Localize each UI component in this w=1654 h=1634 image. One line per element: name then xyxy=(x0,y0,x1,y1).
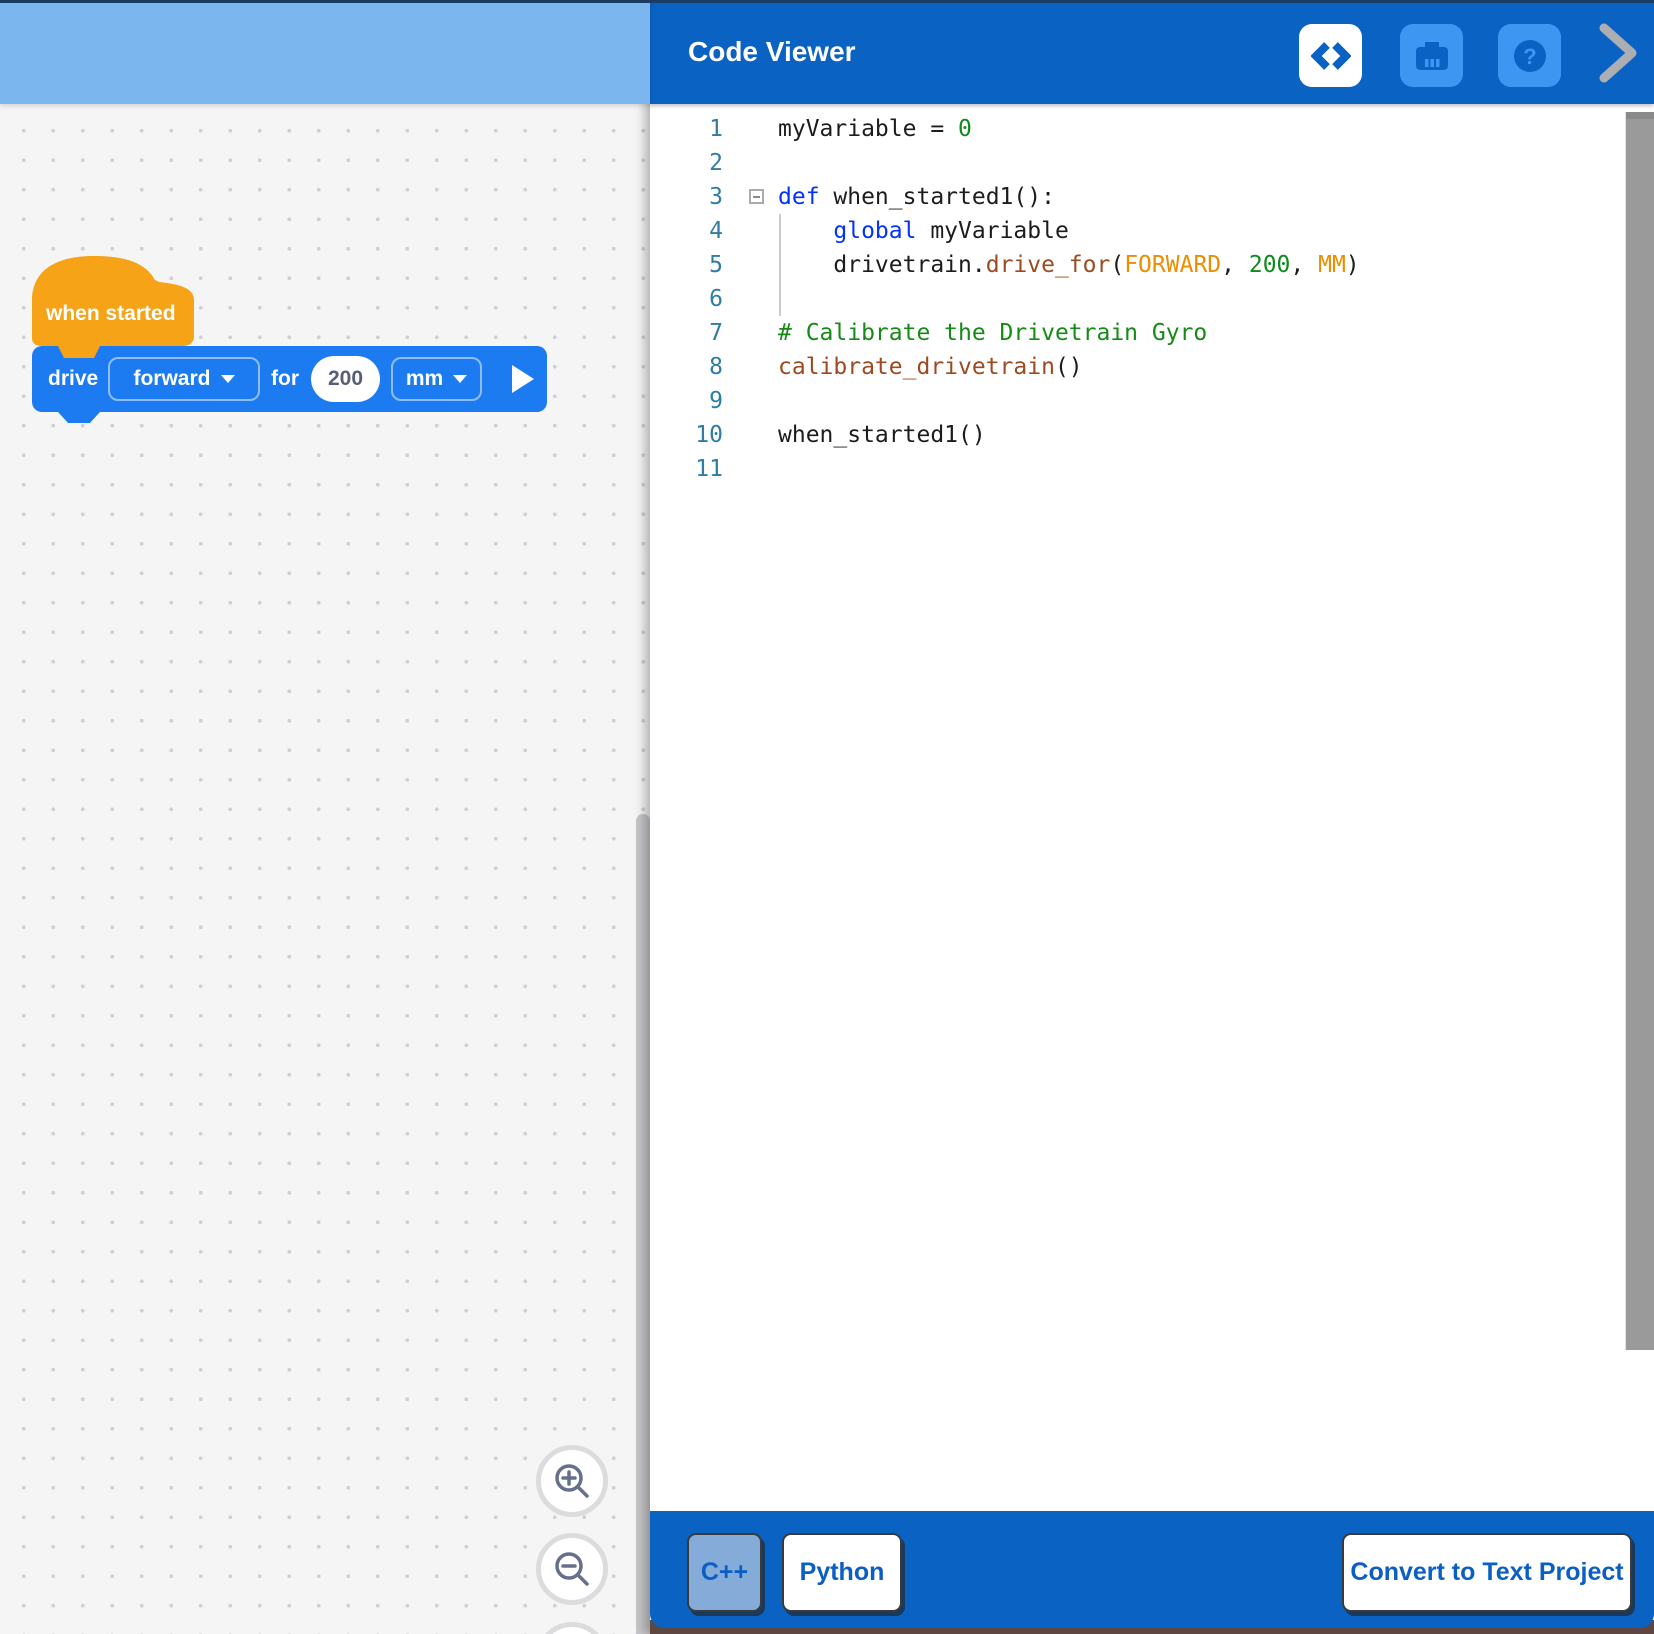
drive-block-bottom-tab xyxy=(58,412,100,423)
fold-gutter xyxy=(723,146,778,180)
fold-gutter xyxy=(723,384,778,418)
code-line: 1 myVariable = 0 xyxy=(650,112,1654,146)
code-lines: 1myVariable = 023def when_started1():4 g… xyxy=(650,112,1654,486)
for-label: for xyxy=(271,346,299,412)
blocks-canvas[interactable]: when started drive forward for 200 mm xyxy=(0,104,650,1634)
brain-icon xyxy=(1411,35,1453,77)
code-viewer-panel: Code Viewer ? xyxy=(650,0,1654,1634)
code-line: 8 calibrate_drivetrain() xyxy=(650,350,1654,384)
distance-input[interactable]: 200 xyxy=(311,356,380,402)
reset-zoom-button[interactable] xyxy=(536,1622,608,1634)
convert-to-text-button[interactable]: Convert to Text Project xyxy=(1342,1533,1632,1612)
language-tab-c[interactable]: C++ xyxy=(687,1533,762,1612)
language-tab-python[interactable]: Python xyxy=(782,1533,902,1612)
zoom-in-icon xyxy=(550,1459,594,1503)
code-viewer-header: Code Viewer ? xyxy=(650,0,1654,104)
when-started-block[interactable]: when started xyxy=(32,254,194,358)
code-line: 9 xyxy=(650,384,1654,418)
line-number: 4 xyxy=(650,214,723,248)
when-started-label: when started xyxy=(46,302,176,326)
zoom-out-icon xyxy=(550,1547,594,1591)
line-number: 11 xyxy=(650,452,723,486)
line-number: 10 xyxy=(650,418,723,452)
code-line: 11 xyxy=(650,452,1654,486)
code-line: 4 global myVariable xyxy=(650,214,1654,248)
fold-gutter xyxy=(723,350,778,384)
code-icon xyxy=(1311,36,1351,76)
code-editor[interactable]: 1myVariable = 023def when_started1():4 g… xyxy=(650,104,1654,1511)
blocks-workspace-panel: when started drive forward for 200 mm xyxy=(0,0,650,1634)
fold-gutter xyxy=(723,112,778,146)
fold-gutter xyxy=(723,452,778,486)
fold-gutter xyxy=(723,282,778,316)
code-text: drivetrain.drive_for(FORWARD, 200, MM) xyxy=(778,248,1360,282)
vexcode-window: when started drive forward for 200 mm xyxy=(0,0,1654,1634)
code-text: myVariable = 0 xyxy=(778,112,972,146)
code-text: global myVariable xyxy=(778,214,1069,248)
line-number: 5 xyxy=(650,248,723,282)
workspace-toolbar-area xyxy=(0,0,650,104)
code-view-button[interactable] xyxy=(1299,24,1362,87)
code-text: def when_started1(): xyxy=(778,180,1055,214)
help-button[interactable]: ? xyxy=(1498,24,1561,87)
line-number: 2 xyxy=(650,146,723,180)
fold-gutter xyxy=(723,214,778,248)
code-text: calibrate_drivetrain() xyxy=(778,350,1083,384)
run-block-icon[interactable] xyxy=(512,365,534,393)
fold-gutter xyxy=(723,180,778,214)
chevron-down-icon xyxy=(453,375,467,383)
canvas-vertical-scrollbar[interactable] xyxy=(636,814,650,1634)
zoom-out-button[interactable] xyxy=(536,1533,608,1605)
code-viewer-footer: C++ Python Convert to Text Project xyxy=(650,1511,1654,1628)
direction-value: forward xyxy=(133,367,210,391)
code-line: 10 when_started1() xyxy=(650,418,1654,452)
line-number: 6 xyxy=(650,282,723,316)
code-text: # Calibrate the Drivetrain Gyro xyxy=(778,316,1207,350)
collapse-panel-icon xyxy=(1596,20,1640,86)
unit-value: mm xyxy=(406,367,443,391)
line-number: 3 xyxy=(650,180,723,214)
chevron-down-icon xyxy=(221,375,235,383)
line-number: 8 xyxy=(650,350,723,384)
help-icon: ? xyxy=(1508,34,1552,78)
code-line: 6 xyxy=(650,282,1654,316)
fold-gutter xyxy=(723,418,778,452)
code-line: 3 def when_started1(): xyxy=(650,180,1654,214)
direction-dropdown[interactable]: forward xyxy=(108,357,260,401)
collapse-panel-button[interactable] xyxy=(1595,20,1641,86)
code-line: 2 xyxy=(650,146,1654,180)
unit-dropdown[interactable]: mm xyxy=(391,357,482,401)
fold-gutter xyxy=(723,316,778,350)
line-number: 1 xyxy=(650,112,723,146)
code-line: 5 drivetrain.drive_for(FORWARD, 200, MM) xyxy=(650,248,1654,282)
svg-text:?: ? xyxy=(1523,44,1536,69)
fold-toggle-icon[interactable] xyxy=(749,189,764,204)
brain-download-button[interactable] xyxy=(1400,24,1463,87)
code-line: 7 # Calibrate the Drivetrain Gyro xyxy=(650,316,1654,350)
line-number: 9 xyxy=(650,384,723,418)
code-text: when_started1() xyxy=(778,418,986,452)
code-viewer-title: Code Viewer xyxy=(688,0,856,104)
line-number: 7 xyxy=(650,316,723,350)
window-top-edge xyxy=(0,0,1654,3)
zoom-in-button[interactable] xyxy=(536,1445,608,1517)
code-vertical-scrollbar[interactable] xyxy=(1625,112,1654,1350)
fold-gutter xyxy=(723,248,778,282)
